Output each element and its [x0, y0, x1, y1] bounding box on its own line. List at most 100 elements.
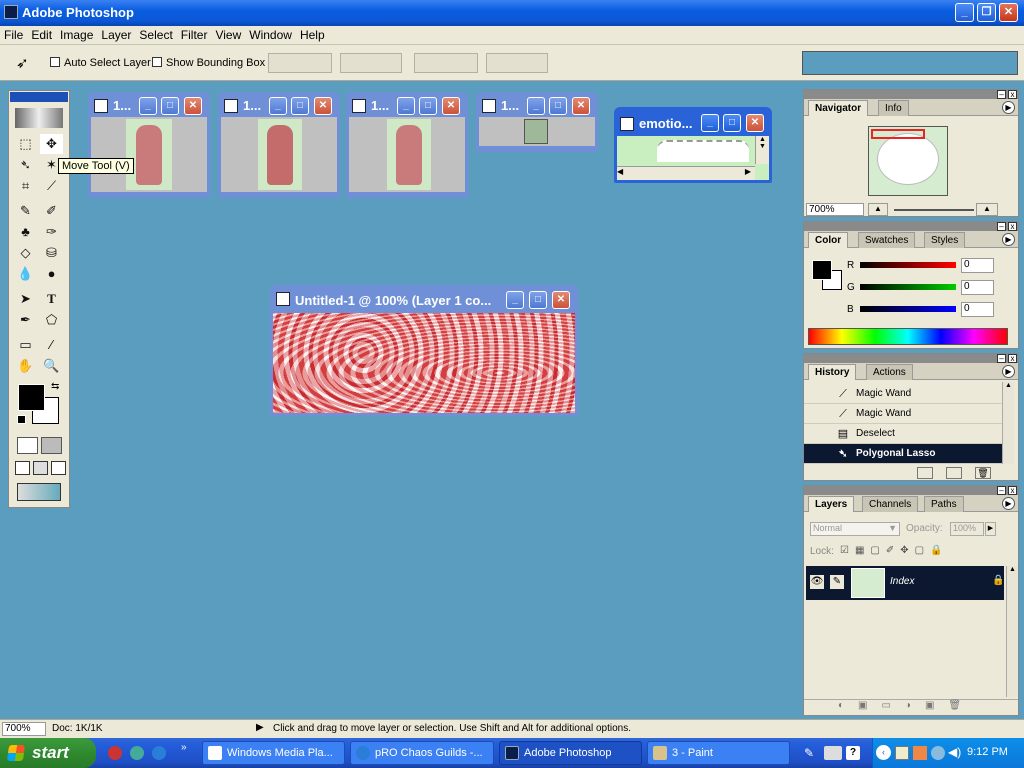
- menu-image[interactable]: Image: [56, 26, 97, 42]
- eraser-tool-icon[interactable]: ◇: [14, 243, 37, 263]
- navigator-preview[interactable]: [868, 126, 948, 196]
- tab-swatches[interactable]: Swatches: [858, 232, 916, 248]
- paint-bucket-icon[interactable]: ⛁: [40, 243, 63, 263]
- new-document-icon[interactable]: [917, 467, 933, 479]
- emotion-doc-window[interactable]: emotio... _ □ ✕ ▲ ▼ ◀ ▶: [614, 107, 772, 183]
- marbled-pattern-canvas[interactable]: [273, 313, 575, 413]
- menu-select[interactable]: Select: [135, 26, 176, 42]
- app-title-bar[interactable]: Adobe Photoshop _ ❐ ✕: [0, 0, 1024, 26]
- opacity-field[interactable]: 100%: [950, 522, 984, 536]
- task-windows-media-player[interactable]: Windows Media Pla...: [202, 741, 345, 765]
- tab-layers[interactable]: Layers: [808, 496, 855, 512]
- red-value[interactable]: 0: [961, 258, 994, 273]
- color-fg-swatch[interactable]: [812, 260, 832, 280]
- new-snapshot-icon[interactable]: [946, 467, 962, 479]
- zoom-in-icon[interactable]: ▲: [976, 203, 998, 216]
- healing-brush-icon[interactable]: ✎: [14, 201, 37, 221]
- doc-2-canvas[interactable]: [221, 117, 337, 192]
- menu-window[interactable]: Window: [245, 26, 296, 42]
- show-bounding-checkbox[interactable]: [152, 57, 162, 67]
- zoom-slider[interactable]: [894, 209, 974, 211]
- palette-well[interactable]: [802, 51, 1018, 75]
- align-group-2[interactable]: [340, 53, 402, 73]
- vertical-scrollbar[interactable]: ▲ ▼: [755, 136, 769, 164]
- palette-menu-icon[interactable]: ▶: [1002, 365, 1015, 378]
- emotion-minimize[interactable]: _: [701, 114, 719, 132]
- tab-styles[interactable]: Styles: [924, 232, 966, 248]
- play-arrow-icon[interactable]: ▶: [256, 722, 264, 733]
- quicklaunch-chevron-icon[interactable]: »: [181, 742, 187, 753]
- horizontal-scrollbar[interactable]: ◀ ▶: [617, 166, 755, 180]
- layers-scrollbar[interactable]: ▲: [1006, 566, 1018, 697]
- history-brush-icon[interactable]: ✑: [40, 222, 63, 242]
- emotion-canvas[interactable]: ▲ ▼ ◀ ▶: [617, 136, 769, 180]
- tray-expand-icon[interactable]: ‹: [876, 745, 891, 760]
- screen-mode-standard-icon[interactable]: [15, 461, 30, 475]
- quicklaunch-ie-icon[interactable]: [152, 746, 166, 760]
- auto-select-checkbox[interactable]: [50, 57, 60, 67]
- clone-stamp-icon[interactable]: ♣: [14, 222, 37, 242]
- visibility-eye-icon[interactable]: 👁: [810, 575, 824, 589]
- tray-keyboard-icon[interactable]: [824, 746, 842, 760]
- blue-value[interactable]: 0: [961, 302, 994, 317]
- tab-color[interactable]: Color: [808, 232, 849, 248]
- color-spectrum-bar[interactable]: [808, 328, 1008, 345]
- swap-colors-icon[interactable]: ⇆: [51, 381, 59, 392]
- auto-select-layer-option[interactable]: Auto Select Layer: [50, 57, 151, 69]
- tray-app-icon[interactable]: [913, 746, 927, 760]
- restore-button[interactable]: ❐: [977, 3, 996, 22]
- doc-window-1[interactable]: 1... _ □ ✕: [88, 92, 210, 198]
- move-tool-icon[interactable]: ➶: [16, 54, 29, 72]
- palette-header[interactable]: – x: [804, 90, 1018, 99]
- blend-mode-select[interactable]: Normal ▼: [810, 522, 900, 536]
- green-value[interactable]: 0: [961, 280, 994, 295]
- red-slider[interactable]: [860, 262, 956, 268]
- task-pro-chaos-guilds[interactable]: pRO Chaos Guilds -...: [350, 741, 494, 765]
- doc-2-maximize[interactable]: □: [291, 97, 309, 115]
- start-button[interactable]: start: [0, 738, 96, 768]
- doc-1-canvas[interactable]: [91, 117, 207, 192]
- foreground-color-swatch[interactable]: [18, 384, 45, 411]
- layer-name[interactable]: Index: [890, 576, 914, 587]
- tray-volume-icon[interactable]: ◀): [948, 745, 961, 759]
- untitled-maximize[interactable]: □: [529, 291, 547, 309]
- menu-file[interactable]: File: [0, 26, 27, 42]
- hand-tool-icon[interactable]: ✋: [14, 356, 37, 376]
- jump-to-imageready-icon[interactable]: [17, 483, 61, 501]
- slice-tool-icon[interactable]: ⟋: [40, 176, 63, 196]
- doc-window-4[interactable]: 1... _ □ ✕: [476, 92, 598, 152]
- menu-help[interactable]: Help: [296, 26, 329, 42]
- navigator-zoom-field[interactable]: 700%: [806, 203, 864, 216]
- palette-menu-icon[interactable]: ▶: [1002, 497, 1015, 510]
- lock-options-icons[interactable]: ☑▦▢✐✥▢🔒: [840, 545, 980, 557]
- notes-tool-icon[interactable]: ▭: [14, 335, 37, 355]
- palette-header[interactable]: – x: [804, 486, 1018, 495]
- pen-tool-icon[interactable]: ✒: [14, 310, 37, 330]
- blue-slider[interactable]: [860, 306, 956, 312]
- doc-window-3[interactable]: 1... _ □ ✕: [346, 92, 468, 198]
- show-bounding-box-option[interactable]: Show Bounding Box: [152, 57, 265, 69]
- doc-3-minimize[interactable]: _: [397, 97, 415, 115]
- menu-layer[interactable]: Layer: [97, 26, 135, 42]
- palette-header[interactable]: – x: [804, 222, 1018, 231]
- untitled-doc-window[interactable]: Untitled-1 @ 100% (Layer 1 co... _ □ ✕: [270, 285, 578, 416]
- marquee-tool-icon[interactable]: ⬚: [14, 134, 37, 154]
- doc-2-close[interactable]: ✕: [314, 97, 332, 115]
- tray-globe-icon[interactable]: [931, 746, 945, 760]
- opacity-arrow-icon[interactable]: ▶: [985, 522, 996, 536]
- palette-header[interactable]: – x: [804, 354, 1018, 363]
- trash-icon[interactable]: 🗑: [975, 467, 991, 479]
- task-paint[interactable]: 3 - Paint: [647, 741, 790, 765]
- status-zoom-field[interactable]: 700%: [2, 722, 46, 736]
- green-slider[interactable]: [860, 284, 956, 290]
- history-scrollbar[interactable]: ▲: [1002, 382, 1014, 464]
- menu-filter[interactable]: Filter: [177, 26, 212, 42]
- doc-4-minimize[interactable]: _: [527, 97, 545, 115]
- quicklaunch-icon-2[interactable]: [130, 746, 144, 760]
- dodge-tool-icon[interactable]: ●: [40, 264, 63, 284]
- doc-3-canvas[interactable]: [349, 117, 465, 192]
- doc-4-maximize[interactable]: □: [549, 97, 567, 115]
- menu-view[interactable]: View: [211, 26, 245, 42]
- layer-row-index[interactable]: 👁 ✎ Index 🔒: [806, 566, 1004, 600]
- move-tool-button-icon[interactable]: ✥: [40, 134, 63, 154]
